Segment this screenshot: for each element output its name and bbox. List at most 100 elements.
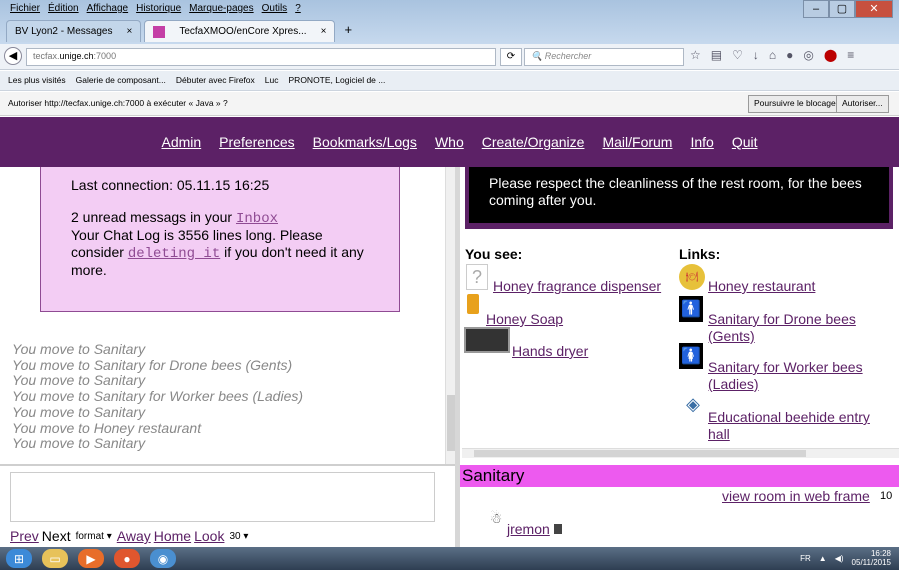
pocket-icon[interactable]: ♡ xyxy=(732,48,743,62)
nav-create-organize[interactable]: Create/Organize xyxy=(482,134,585,150)
room-title: Sanitary xyxy=(460,465,899,487)
log-line: You move to Sanitary for Worker bees (La… xyxy=(12,388,304,405)
menu-outils[interactable]: Outils xyxy=(262,3,288,15)
menu-marque-pages[interactable]: Marque-pages xyxy=(189,3,253,15)
menu-help[interactable]: ? xyxy=(295,3,301,15)
media-icon[interactable]: ▶ xyxy=(78,549,104,568)
room-horizontal-scrollbar[interactable] xyxy=(462,448,899,458)
minimize-button[interactable]: – xyxy=(803,0,829,18)
tab-bv-lyon2[interactable]: BV Lyon2 - Messages × xyxy=(6,20,142,42)
menu-edition[interactable]: Édition xyxy=(48,3,79,15)
firefox-icon[interactable]: ● xyxy=(114,549,140,568)
ublock-icon[interactable]: ⬤ xyxy=(824,48,837,62)
reading-list-icon[interactable]: ▤ xyxy=(711,48,722,62)
format-select[interactable]: format ▾ xyxy=(73,530,114,542)
app-nav: Admin Preferences Bookmarks/Logs Who Cre… xyxy=(0,117,899,167)
close-tab-icon[interactable]: × xyxy=(321,26,327,37)
link-educational-entry-hall[interactable]: Educational beehide entry hall xyxy=(708,409,883,443)
volume-icon[interactable]: ◀) xyxy=(835,554,844,563)
away-button[interactable]: Away xyxy=(117,528,151,544)
url-suffix: :7000 xyxy=(93,51,117,61)
tab-label: TecfaXMOO/enCore Xpres... xyxy=(179,26,307,37)
ladies-icon: 🚺 xyxy=(679,343,703,369)
user-avatar-icon: ☃ xyxy=(489,509,503,526)
scrollbar-thumb[interactable] xyxy=(447,395,455,451)
nav-info[interactable]: Info xyxy=(690,134,713,150)
lines-select[interactable]: 30 ▾ xyxy=(227,530,251,542)
tab-tecfaxmoo[interactable]: TecfaXMOO/enCore Xpres... × xyxy=(144,20,336,42)
chat-log: You move to Sanitary You move to Sanitar… xyxy=(12,341,442,452)
explorer-icon[interactable]: ▭ xyxy=(42,549,68,568)
allow-button[interactable]: Autoriser... xyxy=(836,95,889,113)
nav-bookmarks-logs[interactable]: Bookmarks/Logs xyxy=(313,134,417,150)
item-honey-fragrance-dispenser[interactable]: Honey fragrance dispenser xyxy=(493,278,661,295)
maximize-button[interactable]: ▢ xyxy=(829,0,855,18)
look-button[interactable]: Look xyxy=(194,528,224,544)
box-icon: ◈ xyxy=(686,393,700,414)
menu-historique[interactable]: Historique xyxy=(136,3,181,15)
scrollbar-thumb[interactable] xyxy=(474,450,806,457)
bookmark-pronote[interactable]: PRONOTE, Logiciel de ... xyxy=(289,75,386,86)
chat-toolbar: Prev Next format ▾ Away Home Look 30 ▾ xyxy=(10,526,450,546)
clock-date: 05/11/2015 xyxy=(851,558,891,567)
url-domain: unige.ch xyxy=(59,51,94,61)
room-message-box: Please respect the cleanliness of the re… xyxy=(465,167,893,229)
link-sanitary-worker-bees[interactable]: Sanitary for Worker bees (Ladies) xyxy=(708,359,883,393)
search-input[interactable]: 🔍 Rechercher xyxy=(524,48,684,66)
bookmark-luc[interactable]: Luc xyxy=(265,75,279,86)
network-icon[interactable]: ▲ xyxy=(819,554,827,563)
next-button[interactable]: Next xyxy=(42,528,71,544)
clock[interactable]: 16:28 05/11/2015 xyxy=(852,549,891,567)
menu-icon[interactable]: ≡ xyxy=(847,48,854,62)
you-see-title: You see: xyxy=(465,246,523,262)
home-button[interactable]: Home xyxy=(154,528,191,544)
menu-fichier[interactable]: Fichier xyxy=(10,3,40,15)
continue-blocking-button[interactable]: Poursuivre le blocage xyxy=(748,95,842,113)
home-icon[interactable]: ⌂ xyxy=(769,48,776,62)
view-room-web-frame-link[interactable]: view room in web frame xyxy=(722,488,870,505)
close-tab-icon[interactable]: × xyxy=(126,26,132,37)
bookmark-firefox[interactable]: Débuter avec Firefox xyxy=(176,75,255,86)
log-line: You move to Sanitary xyxy=(12,435,146,452)
close-button[interactable]: ✕ xyxy=(855,0,893,18)
link-sanitary-drone-bees[interactable]: Sanitary for Drone bees (Gents) xyxy=(708,311,883,345)
notification-text: Autoriser http://tecfax.unige.ch:7000 à … xyxy=(8,98,228,108)
nav-admin[interactable]: Admin xyxy=(161,134,201,150)
inbox-link[interactable]: Inbox xyxy=(236,211,278,227)
chat-input[interactable] xyxy=(10,472,435,522)
chat-scrollbar[interactable] xyxy=(445,167,455,464)
url-bar[interactable]: tecfax.unige.ch:7000 xyxy=(26,48,496,66)
gents-icon: 🚹 xyxy=(679,296,703,322)
new-tab-button[interactable]: + xyxy=(338,20,358,42)
nav-mail-forum[interactable]: Mail/Forum xyxy=(602,134,672,150)
clock-time: 16:28 xyxy=(870,549,891,558)
bookmark-galerie[interactable]: Galerie de composant... xyxy=(76,75,166,86)
nav-preferences[interactable]: Preferences xyxy=(219,134,294,150)
back-button[interactable]: ◀ xyxy=(4,47,22,65)
link-honey-restaurant[interactable]: Honey restaurant xyxy=(708,278,815,295)
menu-affichage[interactable]: Affichage xyxy=(87,3,129,15)
start-icon[interactable]: ⊞ xyxy=(6,549,32,568)
download-icon[interactable]: ↓ xyxy=(753,48,759,62)
deleting-link[interactable]: deleting it xyxy=(128,246,220,262)
chat-icon[interactable]: ● xyxy=(786,48,793,62)
hand-dryer-icon xyxy=(464,327,510,353)
bookmark-most-visited[interactable]: Les plus visités xyxy=(8,75,66,86)
item-honey-soap[interactable]: Honey Soap xyxy=(486,311,563,328)
sync-icon[interactable]: ◎ xyxy=(803,48,813,62)
unread-text: 2 unread messags in your xyxy=(71,208,233,225)
last-connection: Last connection: 05.11.15 16:25 xyxy=(71,177,270,193)
reload-button[interactable]: ⟳ xyxy=(500,48,522,66)
language-indicator[interactable]: FR xyxy=(800,554,811,563)
prev-button[interactable]: Prev xyxy=(10,528,39,544)
user-jremon[interactable]: jremon xyxy=(507,521,550,538)
tab-label: BV Lyon2 - Messages xyxy=(15,26,113,37)
bookmark-star-icon[interactable]: ☆ xyxy=(690,48,701,62)
nav-quit[interactable]: Quit xyxy=(732,134,758,150)
info-box: Last connection: 05.11.15 16:25 2 unread… xyxy=(40,167,400,312)
nav-who[interactable]: Who xyxy=(435,134,464,150)
log-line: You move to Sanitary xyxy=(12,403,146,420)
app-icon[interactable]: ◉ xyxy=(150,549,176,568)
links-title: Links: xyxy=(679,246,721,262)
item-hands-dryer[interactable]: Hands dryer xyxy=(512,343,588,360)
